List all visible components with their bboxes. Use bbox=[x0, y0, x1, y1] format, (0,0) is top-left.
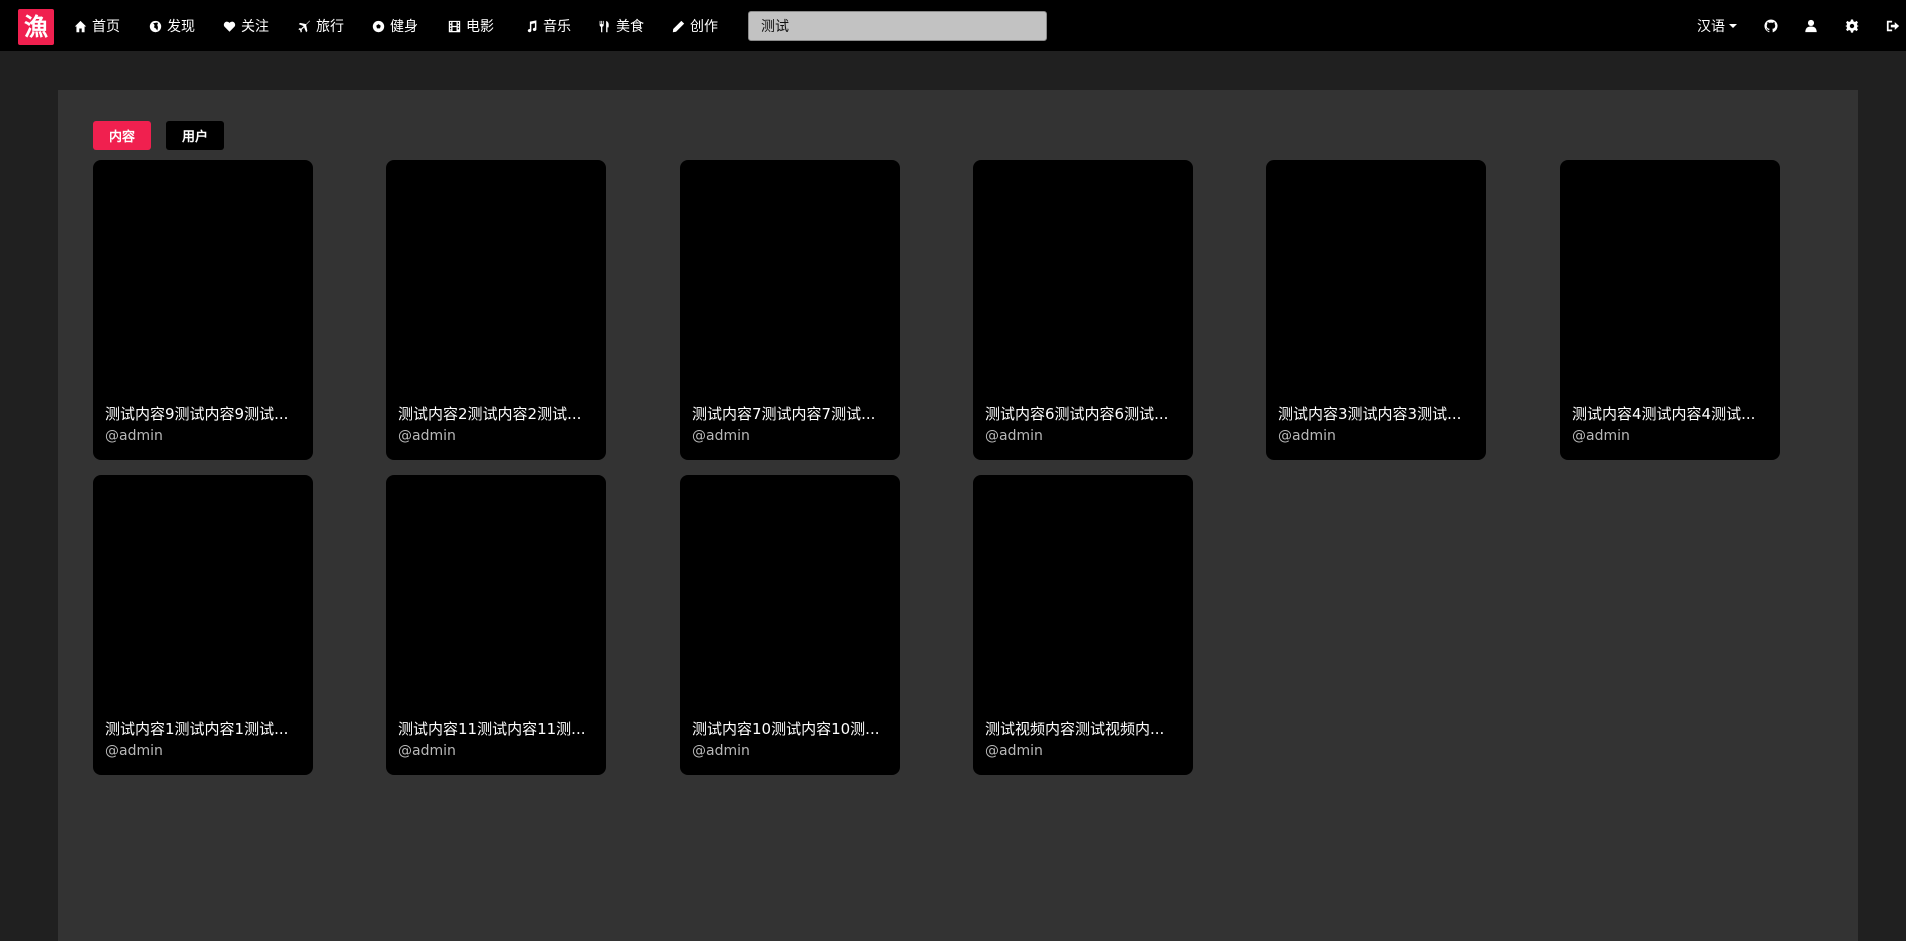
plane-icon bbox=[298, 19, 310, 33]
card-title: 测试内容11测试内容11测... bbox=[398, 720, 586, 738]
user-button[interactable] bbox=[1802, 17, 1820, 35]
nav-item-create[interactable]: 创作 bbox=[672, 16, 718, 36]
language-label: 汉语 bbox=[1697, 19, 1725, 35]
nav-item-movies[interactable]: 电影 bbox=[448, 16, 494, 36]
nav-item-discover[interactable]: 发现 bbox=[149, 16, 195, 36]
home-icon bbox=[74, 20, 87, 32]
heart-icon bbox=[223, 21, 236, 32]
nav-item-travel[interactable]: 旅行 bbox=[298, 16, 344, 36]
soccer-ball-icon bbox=[372, 20, 385, 32]
site-logo[interactable]: 漁 bbox=[18, 9, 54, 45]
content-card[interactable]: 测试内容4测试内容4测试... @admin bbox=[1560, 160, 1780, 460]
pencil-icon bbox=[672, 20, 685, 32]
settings-button[interactable] bbox=[1843, 17, 1861, 35]
card-title: 测试内容1测试内容1测试... bbox=[105, 720, 289, 738]
nav-label-create: 创作 bbox=[690, 19, 718, 35]
tab-content-label: 内容 bbox=[108, 130, 135, 145]
content-card[interactable]: 测试内容10测试内容10测... @admin bbox=[680, 475, 900, 775]
content-card[interactable]: 测试内容7测试内容7测试... @admin bbox=[680, 160, 900, 460]
content-card[interactable]: 测试内容9测试内容9测试... @admin bbox=[93, 160, 313, 460]
top-nav-bar: 漁 首页 发现 关注 旅行 健身 电影 音乐 美食 创作 汉语 bbox=[0, 0, 1906, 51]
tab-users-label: 用户 bbox=[181, 130, 208, 145]
nav-item-home[interactable]: 首页 bbox=[74, 16, 120, 36]
content-card[interactable]: 测试视频内容测试视频内... @admin bbox=[973, 475, 1193, 775]
logout-button[interactable] bbox=[1884, 17, 1902, 35]
card-title: 测试内容3测试内容3测试... bbox=[1278, 405, 1462, 423]
content-card[interactable]: 测试内容6测试内容6测试... @admin bbox=[973, 160, 1193, 460]
card-title: 测试内容4测试内容4测试... bbox=[1572, 405, 1756, 423]
user-icon bbox=[1805, 19, 1817, 33]
sign-out-icon bbox=[1886, 20, 1900, 32]
content-card[interactable]: 测试内容1测试内容1测试... @admin bbox=[93, 475, 313, 775]
globe-icon bbox=[149, 20, 162, 32]
nav-label-fitness: 健身 bbox=[390, 19, 418, 35]
content-card[interactable]: 测试内容11测试内容11测... @admin bbox=[386, 475, 606, 775]
nav-label-travel: 旅行 bbox=[316, 19, 344, 35]
content-card[interactable]: 测试内容2测试内容2测试... @admin bbox=[386, 160, 606, 460]
card-author: @admin bbox=[105, 743, 163, 759]
card-title: 测试内容10测试内容10测... bbox=[692, 720, 880, 738]
card-author: @admin bbox=[105, 428, 163, 444]
tab-content[interactable]: 内容 bbox=[93, 121, 151, 150]
card-author: @admin bbox=[1278, 428, 1336, 444]
search-input[interactable] bbox=[748, 11, 1047, 41]
nav-label-discover: 发现 bbox=[167, 19, 195, 35]
card-author: @admin bbox=[985, 743, 1043, 759]
caret-down-icon bbox=[1729, 24, 1737, 28]
nav-label-music: 音乐 bbox=[543, 19, 571, 35]
tab-users[interactable]: 用户 bbox=[166, 121, 224, 150]
nav-item-food[interactable]: 美食 bbox=[598, 16, 644, 36]
logo-text: 漁 bbox=[24, 13, 48, 41]
content-card[interactable]: 测试内容3测试内容3测试... @admin bbox=[1266, 160, 1486, 460]
language-selector[interactable]: 汉语 bbox=[1697, 16, 1737, 36]
music-icon bbox=[527, 19, 537, 32]
nav-label-movies: 电影 bbox=[466, 19, 494, 35]
nav-item-music[interactable]: 音乐 bbox=[525, 16, 571, 36]
nav-item-fitness[interactable]: 健身 bbox=[372, 16, 418, 36]
nav-label-follow: 关注 bbox=[241, 19, 269, 35]
card-title: 测试内容7测试内容7测试... bbox=[692, 405, 876, 423]
film-icon bbox=[448, 20, 461, 32]
github-button[interactable] bbox=[1762, 17, 1780, 35]
card-title: 测试内容9测试内容9测试... bbox=[105, 405, 289, 423]
card-title: 测试视频内容测试视频内... bbox=[985, 720, 1165, 738]
card-title: 测试内容2测试内容2测试... bbox=[398, 405, 582, 423]
nav-label-food: 美食 bbox=[616, 19, 644, 35]
card-author: @admin bbox=[985, 428, 1043, 444]
card-title: 测试内容6测试内容6测试... bbox=[985, 405, 1169, 423]
card-author: @admin bbox=[398, 743, 456, 759]
nav-item-follow[interactable]: 关注 bbox=[223, 16, 269, 36]
nav-label-home: 首页 bbox=[92, 19, 120, 35]
card-author: @admin bbox=[692, 428, 750, 444]
cutlery-icon bbox=[599, 20, 609, 32]
card-author: @admin bbox=[692, 743, 750, 759]
card-author: @admin bbox=[1572, 428, 1630, 444]
github-icon bbox=[1764, 19, 1778, 33]
card-author: @admin bbox=[398, 428, 456, 444]
gear-icon bbox=[1845, 19, 1859, 33]
